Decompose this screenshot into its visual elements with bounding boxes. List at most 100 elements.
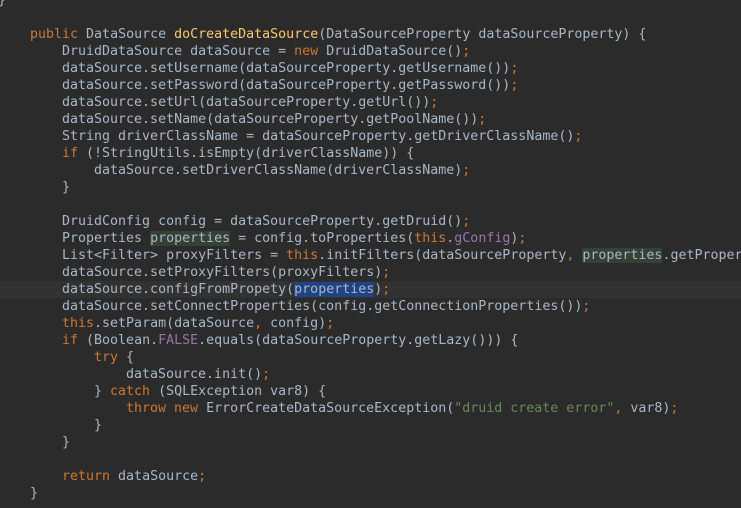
code-line[interactable]: DruidDataSource dataSource = new DruidDa…: [62, 43, 741, 60]
code-token: dataSource.setProxyFilters(proxyFilters): [62, 265, 383, 280]
code-line[interactable]: dataSource.setUrl(dataSourceProperty.get…: [62, 94, 741, 111]
code-line[interactable]: } catch (SQLException var8) {: [94, 383, 741, 400]
code-token: .getPropertiesList()): [662, 248, 741, 263]
code-token: properties: [582, 248, 663, 263]
code-token: = config.toProperties(: [230, 231, 415, 246]
code-line[interactable]: this.setParam(dataSource, config);: [62, 315, 741, 332]
code-line[interactable]: dataSource.setProxyFilters(proxyFilters)…: [62, 264, 741, 281]
code-token: ,: [254, 316, 271, 331]
code-line[interactable]: dataSource.configFromPropety(properties)…: [0, 281, 741, 298]
code-line[interactable]: String driverClassName = dataSourcePrope…: [62, 128, 741, 145]
code-line[interactable]: dataSource.init();: [126, 366, 741, 383]
code-token: var8): [630, 401, 671, 416]
code-token: .equals(dataSourceProperty.getLazy())) {: [198, 333, 519, 348]
code-token: dataSource: [118, 469, 199, 484]
code-token: dataSource.setConnectProperties(config.g…: [62, 299, 583, 314]
code-line[interactable]: try {: [94, 349, 741, 366]
code-line[interactable]: DruidConfig config = dataSourceProperty.…: [62, 213, 741, 230]
code-token: dataSource.init(): [126, 367, 263, 382]
code-token: public: [30, 27, 87, 42]
code-token: this: [286, 248, 319, 263]
code-line[interactable]: dataSource.setDriverClassName(driverClas…: [94, 162, 741, 179]
code-token: try: [94, 350, 127, 365]
code-line[interactable]: List<Filter> proxyFilters = this.initFil…: [62, 247, 741, 264]
code-line[interactable]: }: [30, 485, 741, 502]
code-token: this: [62, 316, 95, 331]
code-line[interactable]: public DataSource doCreateDataSource(Dat…: [30, 26, 741, 43]
code-token: dataSource.setUrl(dataSourceProperty.get…: [62, 95, 431, 110]
code-token: new: [294, 44, 327, 59]
code-token: if: [62, 333, 87, 348]
code-line[interactable]: }: [94, 417, 741, 434]
code-token: }: [94, 418, 103, 433]
code-token: FALSE: [158, 333, 199, 348]
code-token: ;: [462, 214, 471, 229]
code-token: {: [126, 350, 135, 365]
code-line[interactable]: [0, 9, 741, 26]
code-token: if: [62, 146, 87, 161]
code-token: ;: [478, 112, 487, 127]
code-token: dataSource.configFromPropety(: [62, 282, 295, 297]
code-token: ;: [462, 44, 471, 59]
code-token: (SQLException var8) {: [158, 384, 327, 399]
code-token: (DataSourceProperty dataSourceProperty) …: [318, 27, 647, 42]
code-token: List<Filter> proxyFilters =: [62, 248, 287, 263]
code-token: .initFilters(dataSourceProperty: [318, 248, 567, 263]
code-token: DataSource: [86, 27, 175, 42]
code-token: ;: [326, 316, 335, 331]
code-token: gConfig: [454, 231, 511, 246]
code-line[interactable]: if (!StringUtils.isEmpty(driverClassName…: [62, 145, 741, 162]
code-token: }: [94, 384, 111, 399]
code-token: ;: [510, 61, 519, 76]
code-editor[interactable]: } public DataSource doCreateDataSource(Da…: [0, 0, 741, 508]
code-token: dataSource.setUsername(dataSourcePropert…: [62, 61, 511, 76]
code-token: ;: [462, 163, 471, 178]
code-token: properties: [294, 282, 375, 297]
code-line[interactable]: return dataSource;: [62, 468, 741, 485]
code-token: (!StringUtils.: [86, 146, 199, 161]
code-token: isEmpty: [198, 146, 255, 161]
code-line[interactable]: dataSource.setConnectProperties(config.g…: [62, 298, 741, 315]
code-token: DruidDataSource dataSource =: [62, 44, 295, 59]
code-line[interactable]: [0, 196, 741, 213]
code-token: (Boolean.: [86, 333, 159, 348]
code-token: this: [414, 231, 447, 246]
code-token: doCreateDataSource: [174, 27, 319, 42]
code-line[interactable]: dataSource.setUsername(dataSourcePropert…: [62, 60, 741, 77]
code-line[interactable]: if (Boolean.FALSE.equals(dataSourcePrope…: [62, 332, 741, 349]
code-token: ;: [262, 367, 271, 382]
code-token: }: [0, 0, 6, 8]
code-line[interactable]: Properties properties = config.toPropert…: [62, 230, 741, 247]
code-line[interactable]: dataSource.setPassword(dataSourcePropert…: [62, 77, 741, 94]
code-token: }: [62, 180, 71, 195]
code-token: .setParam(dataSource: [94, 316, 255, 331]
code-token: ,: [614, 401, 631, 416]
code-line[interactable]: [0, 502, 741, 508]
code-line[interactable]: }: [62, 179, 741, 196]
code-token: DruidDataSource(): [326, 44, 463, 59]
code-token: "druid create error": [454, 401, 615, 416]
code-token: ;: [670, 401, 679, 416]
code-line[interactable]: [0, 451, 741, 468]
code-token: Properties: [62, 231, 151, 246]
code-line[interactable]: throw new ErrorCreateDataSourceException…: [126, 400, 741, 417]
code-token: ;: [198, 469, 207, 484]
code-token: throw new: [126, 401, 207, 416]
code-token: ;: [382, 282, 391, 297]
code-token: dataSource.setName(dataSourceProperty.ge…: [62, 112, 479, 127]
code-line[interactable]: }: [62, 434, 741, 451]
code-token: return: [62, 469, 119, 484]
code-token: ,: [566, 248, 583, 263]
code-line[interactable]: dataSource.setName(dataSourceProperty.ge…: [62, 111, 741, 128]
code-token: ;: [518, 231, 527, 246]
code-token: ;: [582, 299, 591, 314]
code-line[interactable]: }: [0, 0, 741, 9]
code-token: dataSource.setDriverClassName(driverClas…: [94, 163, 463, 178]
code-token: }: [30, 486, 39, 501]
code-token: ;: [574, 129, 583, 144]
code-token: }: [62, 435, 71, 450]
code-token: catch: [110, 384, 159, 399]
code-token: properties: [150, 231, 231, 246]
code-token: DruidConfig config = dataSourceProperty.…: [62, 214, 463, 229]
code-token: dataSource.setPassword(dataSourcePropert…: [62, 78, 511, 93]
